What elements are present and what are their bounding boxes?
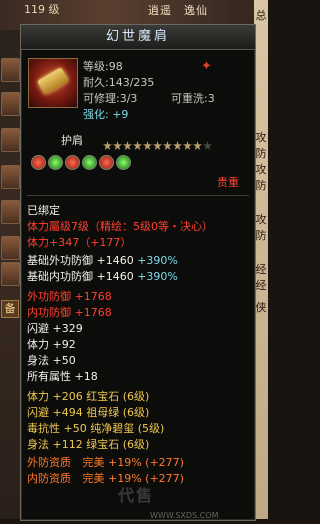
gem-icon — [48, 155, 63, 170]
item-name: 幻世魔肩 — [105, 29, 170, 44]
gem-stat: 体力 +206 红宝石 (6级) — [27, 390, 150, 403]
stat-label: 经 — [255, 279, 267, 292]
quality-stat: 外防资质 完美 +19% (+277) — [27, 455, 184, 471]
attribute: 外功防御 +1768 — [27, 290, 112, 303]
right-stat-panel — [254, 0, 268, 519]
enhance-value: +9 — [112, 108, 129, 121]
stat-label: 攻 — [255, 131, 267, 144]
star-icon — [133, 141, 142, 150]
stat-label: 防 — [255, 147, 267, 160]
skill-icon[interactable] — [1, 236, 20, 260]
item-rewashable: 可重洗:3 — [171, 92, 215, 105]
gem-icon — [65, 155, 80, 170]
tooltip-header: 幻世魔肩 — [21, 25, 255, 50]
star-icon — [143, 141, 152, 150]
stat-label: 防 — [255, 179, 267, 192]
attribute: 身法 +50 — [27, 354, 76, 367]
quality-value: 完美 +19% (+277) — [82, 472, 184, 485]
base-stat: 基础内功防御 +1460 +390% — [27, 269, 178, 285]
star-icon — [103, 141, 112, 150]
stat-label: 基础内功防御 +1460 — [27, 270, 134, 283]
bound-status: 已绑定 — [27, 204, 60, 217]
item-tooltip: 幻世魔肩 ✦ 等级:98 耐久:143/235 可修理:3/3 可重洗:3 强化… — [20, 24, 256, 521]
attribute: 闪避 +329 — [27, 322, 83, 335]
skill-icon[interactable] — [1, 200, 20, 224]
item-enhance: 强化: +9 — [83, 107, 128, 123]
stat-label: 总 — [255, 9, 267, 22]
player-level: 119 级 — [24, 3, 60, 16]
star-icon — [153, 141, 162, 150]
quality-label: 内防资质 — [27, 472, 71, 485]
attribute: 体力 +92 — [27, 338, 76, 351]
skill-icon[interactable] — [1, 165, 20, 189]
stamina-bonus: 体力+347（+177） — [27, 236, 132, 249]
star-icon — [193, 141, 202, 150]
gem-icon — [116, 155, 131, 170]
stat-label: 侠 — [255, 301, 267, 314]
player-title: 逍遥 逸仙 — [148, 4, 208, 17]
gem-stat: 闪避 +494 祖母绿 (6级) — [27, 406, 150, 419]
divider — [27, 195, 249, 196]
skill-icon[interactable] — [1, 128, 20, 152]
item-slot: 护肩 — [61, 134, 83, 147]
star-icon — [113, 141, 122, 150]
watermark-url: WWW.SXDS.COM — [150, 511, 219, 520]
stat-label: 攻 — [255, 163, 267, 176]
item-icon — [28, 58, 78, 108]
item-rarity: 贵重 — [217, 176, 239, 189]
star-icon — [183, 141, 192, 150]
star-icon — [163, 141, 172, 150]
watermark: 代售 — [118, 486, 155, 505]
refine-info: 体力屬级7级（精绘：5级0等・决心） — [27, 220, 213, 233]
gem-icon — [31, 155, 46, 170]
skill-icon[interactable] — [1, 92, 20, 116]
enhance-label: 强化: — [83, 108, 109, 121]
gem-stat: 毒抗性 +50 纯净碧玺 (5级) — [27, 422, 165, 435]
stat-extra: +390% — [137, 270, 178, 283]
skill-icon[interactable] — [1, 262, 20, 286]
quality-label: 外防资质 — [27, 456, 71, 469]
stat-label: 攻 — [255, 213, 267, 226]
item-durability: 耐久:143/235 — [83, 76, 155, 89]
stat-label: 防 — [255, 229, 267, 242]
item-repairable: 可修理:3/3 — [83, 92, 138, 105]
gem-stat: 身法 +112 绿宝石 (6级) — [27, 438, 150, 451]
quality-value: 完美 +19% (+277) — [82, 456, 184, 469]
stat-label: 基础外功防御 +1460 — [27, 254, 134, 267]
star-icon — [203, 141, 212, 150]
gem-sockets — [31, 155, 133, 175]
equipment-tab[interactable]: 备 — [1, 300, 19, 318]
flame-icon: ✦ — [201, 59, 212, 74]
star-icon — [123, 141, 132, 150]
base-stat: 基础外功防御 +1460 +390% — [27, 253, 178, 269]
attribute: 内功防御 +1768 — [27, 306, 112, 319]
quality-stat: 内防资质 完美 +19% (+277) — [27, 471, 184, 487]
skill-icon[interactable] — [1, 58, 20, 82]
star-rating — [103, 139, 213, 155]
stat-label: 经 — [255, 263, 267, 276]
gem-icon — [99, 155, 114, 170]
item-level: 等级:98 — [83, 60, 123, 73]
star-icon — [173, 141, 182, 150]
attribute: 所有属性 +18 — [27, 370, 98, 383]
stat-extra: +390% — [137, 254, 178, 267]
gem-icon — [82, 155, 97, 170]
